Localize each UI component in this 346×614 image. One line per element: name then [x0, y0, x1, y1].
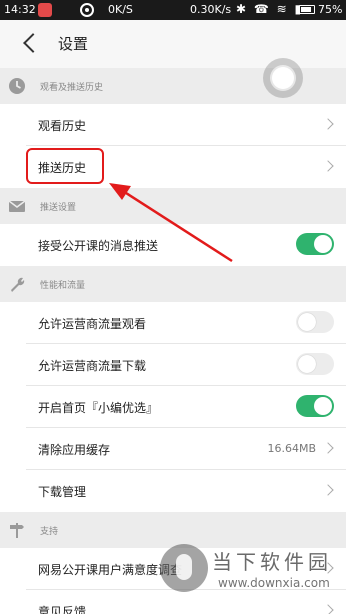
- cache-size: 16.64MB: [267, 442, 316, 455]
- signpost-icon: [10, 523, 24, 538]
- annotation-highlight-box: [26, 148, 104, 184]
- home-picks-toggle[interactable]: [296, 395, 334, 417]
- status-time: 14:32: [4, 3, 36, 16]
- section-push: 推送设置: [0, 188, 346, 224]
- watermark-logo-icon: [160, 544, 208, 592]
- section-title: 观看及推送历史: [40, 83, 104, 93]
- network-speed-left: 0K/S: [108, 3, 133, 16]
- carrier-watch-row: 允许运营商流量观看: [0, 302, 346, 344]
- status-bar: 14:32 0K/S 0.30K/s ✱ ☎ ≋ ▮ 75%: [0, 0, 346, 20]
- watermark-title: 当下软件园: [212, 550, 332, 574]
- home-picks-row: 开启首页『小编优选』: [0, 386, 346, 428]
- chevron-right-icon: [322, 484, 334, 496]
- row-label: 下载管理: [38, 485, 87, 499]
- watch-history-row[interactable]: 观看历史: [0, 104, 346, 146]
- chevron-right-icon: [322, 442, 334, 454]
- notification-icon: [38, 3, 52, 17]
- row-label: 意见反馈: [38, 605, 87, 614]
- sync-icon: [80, 3, 94, 17]
- clear-cache-row[interactable]: 清除应用缓存 16.64MB: [0, 428, 346, 470]
- clock-icon: [9, 78, 25, 94]
- row-label: 清除应用缓存: [38, 443, 111, 457]
- row-label: 允许运营商流量观看: [38, 317, 147, 331]
- mail-icon: [8, 200, 26, 212]
- row-label: 开启首页『小编优选』: [38, 401, 159, 415]
- back-icon[interactable]: [18, 30, 42, 56]
- section-performance: 性能和流量: [0, 266, 346, 302]
- download-management-row[interactable]: 下载管理: [0, 470, 346, 512]
- section-title: 支持: [40, 527, 59, 537]
- battery-icon: [299, 5, 315, 14]
- accept-push-row: 接受公开课的消息推送: [0, 224, 346, 266]
- watermark-url: www.downxia.com: [218, 576, 330, 590]
- status-icons: ✱ ☎ ≋ ▮: [236, 2, 304, 16]
- page-title: 设置: [58, 35, 89, 53]
- row-label: 观看历史: [38, 119, 87, 133]
- row-label: 接受公开课的消息推送: [38, 239, 159, 253]
- carrier-download-toggle[interactable]: [296, 353, 334, 375]
- carrier-watch-toggle[interactable]: [296, 311, 334, 333]
- battery-level: 75%: [318, 3, 343, 16]
- chevron-right-icon: [322, 160, 334, 172]
- watermark: 当下软件园 www.downxia.com: [160, 538, 346, 614]
- section-title: 性能和流量: [40, 281, 86, 291]
- row-label: 允许运营商流量下载: [38, 359, 147, 373]
- floating-assist-button[interactable]: [263, 58, 303, 98]
- network-speed-right: 0.30K/s: [190, 3, 232, 16]
- chevron-right-icon: [322, 118, 334, 130]
- accept-push-toggle[interactable]: [296, 233, 334, 255]
- carrier-download-row: 允许运营商流量下载: [0, 344, 346, 386]
- section-title: 推送设置: [40, 203, 77, 213]
- wrench-icon: [11, 277, 25, 292]
